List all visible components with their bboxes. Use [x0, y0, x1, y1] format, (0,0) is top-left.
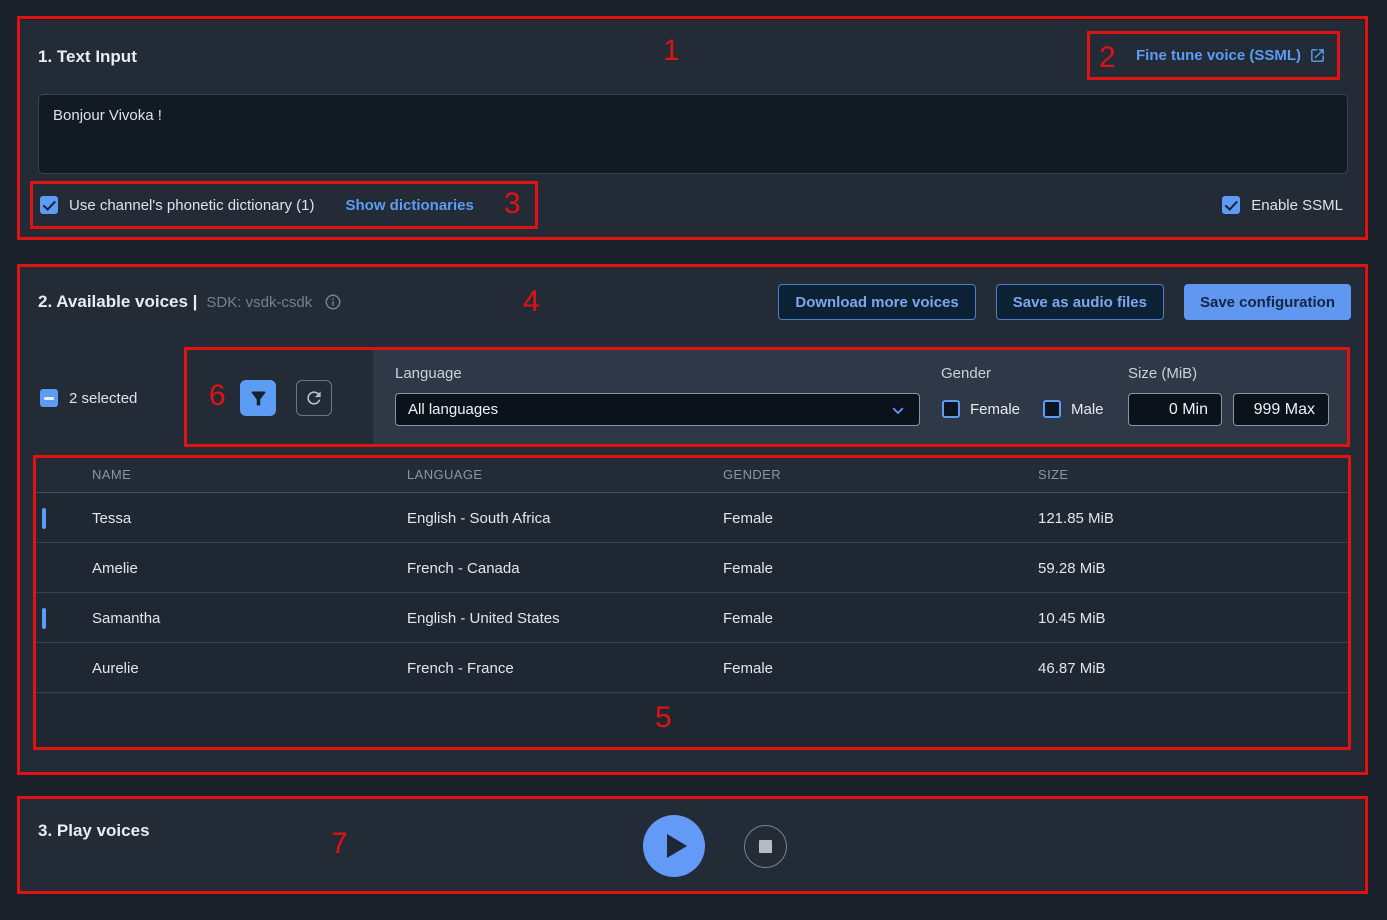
male-checkbox[interactable] — [1043, 400, 1061, 418]
size-filter-label: Size (MiB) — [1128, 365, 1197, 382]
voice-row-aurelie[interactable]: AurelieFrench - FranceFemale46.87 MiB — [33, 643, 1350, 693]
voices-header: 2. Available voices | SDK: vsdk-csdk Dow… — [38, 284, 1351, 320]
voice-gender: Female — [723, 560, 1038, 577]
female-label: Female — [970, 401, 1020, 418]
voices-table-header-row: NAMELANGUAGEGENDERSIZE — [33, 456, 1350, 492]
text-input-textarea[interactable]: Bonjour Vivoka ! — [38, 94, 1348, 174]
external-link-icon — [1309, 47, 1326, 64]
enable-ssml-checkbox[interactable] — [1222, 196, 1240, 214]
voice-size: 10.45 MiB — [1038, 610, 1350, 627]
selection-summary: 2 selected — [40, 389, 137, 407]
play-icon — [667, 834, 687, 858]
gender-female-option: Female — [942, 400, 1020, 418]
gender-filter-label: Gender — [941, 365, 991, 382]
voices-table-header: NAMELANGUAGEGENDERSIZE — [33, 456, 1350, 493]
column-header-gender: GENDER — [723, 467, 1038, 482]
select-all-checkbox[interactable] — [40, 389, 58, 407]
voice-name: Amelie — [92, 560, 407, 577]
column-header-language: LANGUAGE — [407, 467, 723, 482]
use-dictionary-checkbox[interactable] — [40, 196, 58, 214]
text-input-section: 1. Text Input Fine tune voice (SSML) Bon… — [20, 20, 1364, 238]
voice-name: Tessa — [92, 510, 407, 527]
voices-table: NAMELANGUAGEGENDERSIZE TessaEnglish - So… — [33, 456, 1350, 750]
selected-count-label: 2 selected — [69, 390, 137, 407]
voice-name: Samantha — [92, 610, 407, 627]
voice-size: 46.87 MiB — [1038, 660, 1350, 677]
stop-icon — [759, 840, 772, 853]
voice-row-checkbox[interactable] — [42, 508, 46, 529]
voice-row-tessa[interactable]: TessaEnglish - South AfricaFemale121.85 … — [33, 493, 1350, 543]
refresh-icon — [304, 388, 324, 408]
voice-row-amelie[interactable]: AmelieFrench - CanadaFemale59.28 MiB — [33, 543, 1350, 593]
column-header-size: SIZE — [1038, 467, 1350, 482]
language-dropdown[interactable]: All languages — [395, 393, 920, 426]
column-header-name: NAME — [92, 467, 407, 482]
voice-row-checkbox[interactable] — [42, 608, 46, 629]
stop-button[interactable] — [744, 825, 787, 868]
enable-ssml-label: Enable SSML — [1251, 197, 1343, 214]
sdk-label: SDK: vsdk-csdk — [206, 294, 312, 311]
gender-male-option: Male — [1043, 400, 1104, 418]
refresh-button[interactable] — [296, 380, 332, 416]
download-more-voices-button[interactable]: Download more voices — [778, 284, 975, 320]
show-dictionaries-link[interactable]: Show dictionaries — [346, 197, 474, 214]
voice-checkbox-cell — [33, 510, 92, 527]
voice-size: 59.28 MiB — [1038, 560, 1350, 577]
voice-language: English - United States — [407, 610, 723, 627]
play-voices-section: 3. Play voices — [20, 799, 1364, 893]
use-dictionary-label: Use channel's phonetic dictionary (1) — [69, 197, 315, 214]
save-as-audio-files-button[interactable]: Save as audio files — [996, 284, 1164, 320]
voice-language: French - Canada — [407, 560, 723, 577]
filter-funnel-icon — [248, 388, 269, 409]
filter-button[interactable] — [240, 380, 276, 416]
voice-size: 121.85 MiB — [1038, 510, 1350, 527]
voice-checkbox-cell — [33, 610, 92, 627]
fine-tune-voice-label: Fine tune voice (SSML) — [1136, 47, 1301, 64]
voice-row-samantha[interactable]: SamanthaEnglish - United StatesFemale10.… — [33, 593, 1350, 643]
enable-ssml-row: Enable SSML — [1222, 196, 1343, 214]
save-configuration-button[interactable]: Save configuration — [1184, 284, 1351, 320]
voice-language: English - South Africa — [407, 510, 723, 527]
voices-title: 2. Available voices | — [38, 292, 197, 312]
male-label: Male — [1071, 401, 1104, 418]
voices-table-body: TessaEnglish - South AfricaFemale121.85 … — [33, 493, 1350, 693]
info-icon[interactable] — [324, 293, 342, 311]
phonetic-dictionary-row: Use channel's phonetic dictionary (1) Sh… — [40, 196, 474, 214]
available-voices-section: 2. Available voices | SDK: vsdk-csdk Dow… — [20, 267, 1364, 772]
voice-gender: Female — [723, 660, 1038, 677]
voice-name: Aurelie — [92, 660, 407, 677]
play-voices-title: 3. Play voices — [38, 820, 150, 842]
size-max-input[interactable]: 999 Max — [1233, 393, 1329, 426]
language-dropdown-value: All languages — [408, 401, 887, 418]
text-input-title: 1. Text Input — [38, 46, 137, 68]
filter-toolbar: Language All languages Gender Female Mal… — [373, 350, 1349, 445]
size-min-input[interactable]: 0 Min — [1128, 393, 1222, 426]
language-filter-label: Language — [395, 365, 462, 382]
fine-tune-voice-link[interactable]: Fine tune voice (SSML) — [1136, 47, 1326, 64]
female-checkbox[interactable] — [942, 400, 960, 418]
chevron-down-icon — [887, 399, 909, 421]
voice-gender: Female — [723, 510, 1038, 527]
voice-language: French - France — [407, 660, 723, 677]
play-button[interactable] — [643, 815, 705, 877]
voice-gender: Female — [723, 610, 1038, 627]
